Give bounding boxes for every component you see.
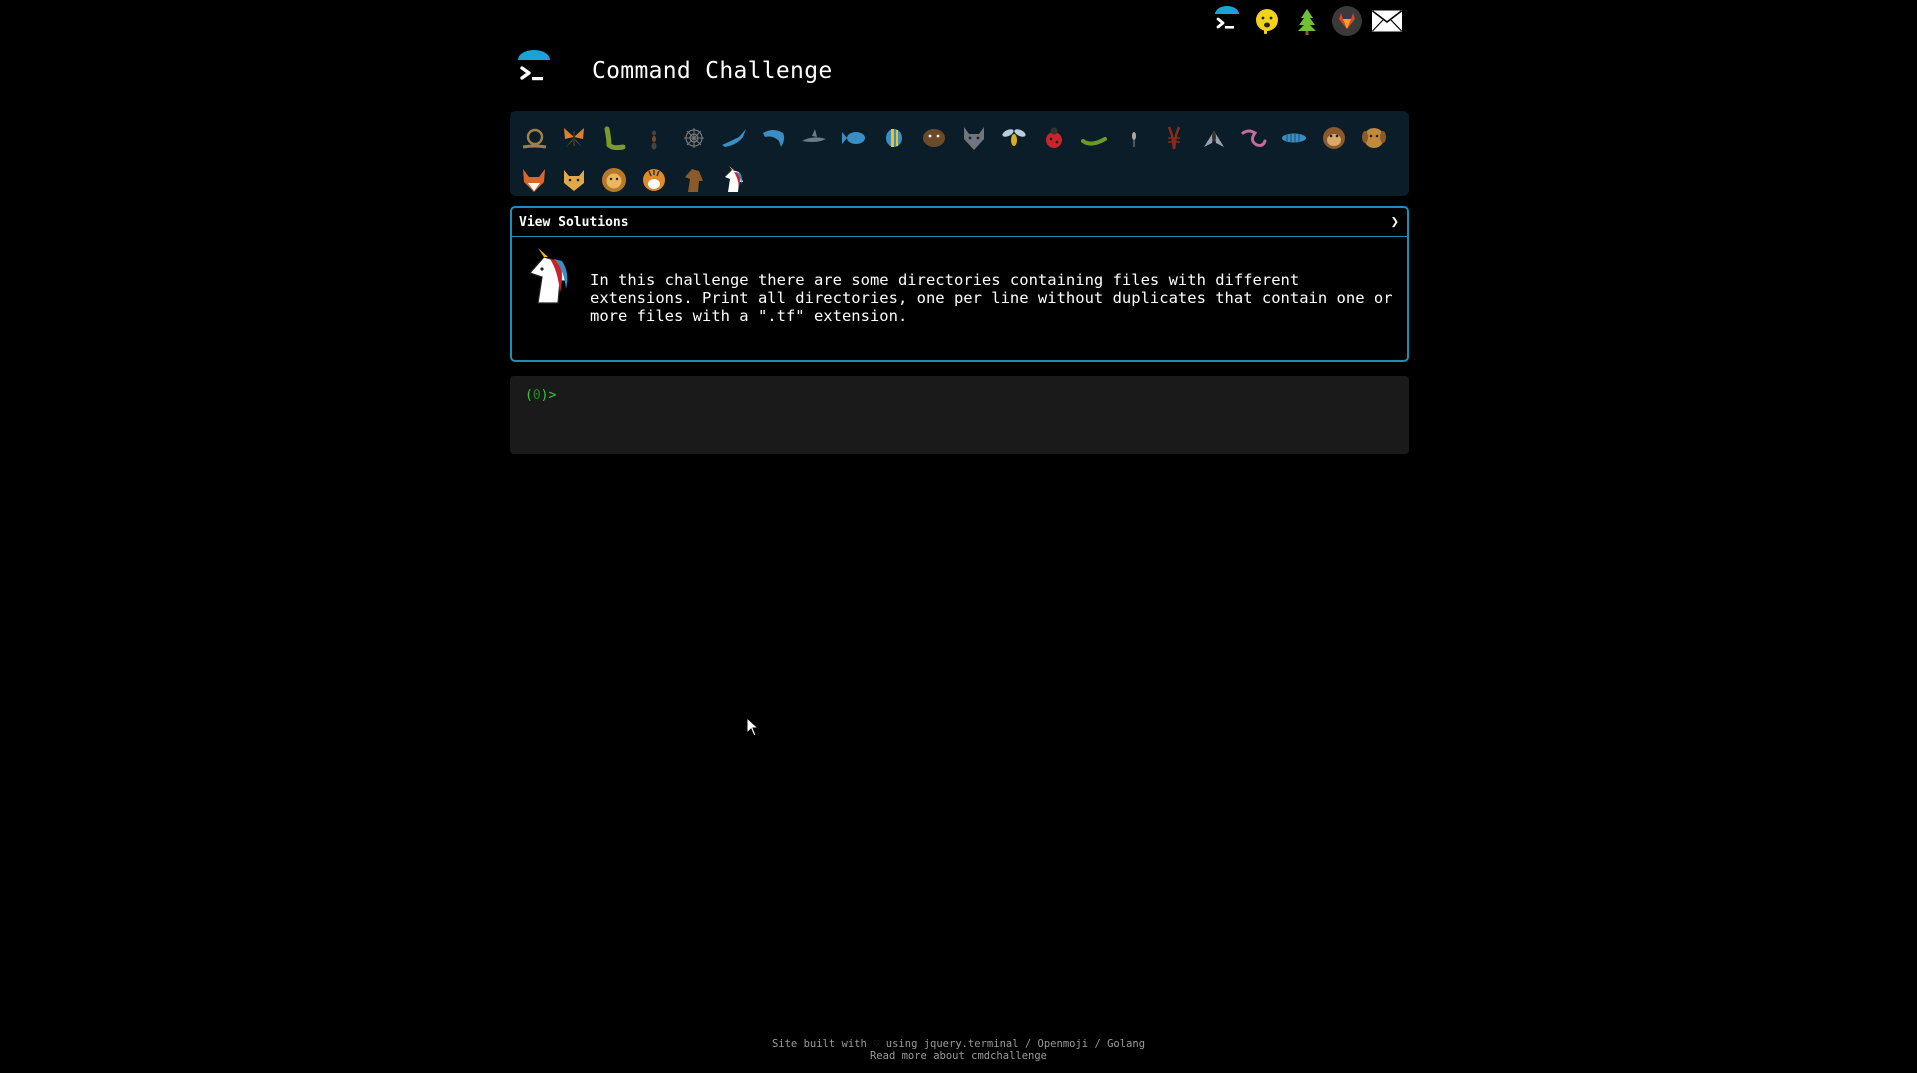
chevron-right-icon: ❯: [1390, 214, 1399, 230]
heart-icon: ♡: [873, 1038, 880, 1050]
mosquito-icon[interactable]: [1114, 118, 1154, 158]
mouse-pointer-icon: [746, 717, 760, 737]
caterpillar-icon[interactable]: [594, 118, 634, 158]
unicorn-icon: [528, 248, 569, 304]
site-header: Command Challenge: [510, 48, 833, 94]
dog-icon[interactable]: [1354, 118, 1394, 158]
jquery-terminal-link[interactable]: jquery.terminal: [924, 1038, 1019, 1050]
scorpion-icon[interactable]: [1154, 118, 1194, 158]
pill-bug-icon[interactable]: [1274, 118, 1314, 158]
mail-icon[interactable]: [1370, 4, 1404, 38]
prompt-count: 0: [532, 388, 541, 403]
horse-icon[interactable]: [674, 160, 714, 200]
bee-icon[interactable]: [994, 118, 1034, 158]
bird-icon[interactable]: [714, 118, 754, 158]
ladybug-icon[interactable]: [1034, 118, 1074, 158]
cmdchallenge-logo-icon[interactable]: [1210, 4, 1244, 38]
cmdchallenge-link[interactable]: cmdchallenge: [971, 1050, 1047, 1062]
lion-icon[interactable]: [594, 160, 634, 200]
site-logo-icon[interactable]: [510, 48, 558, 94]
challenge-panel: View Solutions ❯ In this challenge there…: [510, 206, 1409, 362]
footer-credits: Site built with ♡ using jquery.terminal …: [0, 1038, 1917, 1050]
fly-icon[interactable]: [1194, 118, 1234, 158]
beaver-icon[interactable]: [914, 118, 954, 158]
tropical-fish-icon[interactable]: [874, 118, 914, 158]
footer-sep: /: [1024, 1038, 1032, 1050]
footer-built-with: Site built with: [771, 1038, 867, 1050]
terminal[interactable]: (0)>: [510, 376, 1409, 454]
openmoji-link[interactable]: Openmoji: [1038, 1038, 1089, 1050]
snake-icon[interactable]: [1234, 118, 1274, 158]
wolf-icon[interactable]: [954, 118, 994, 158]
site-footer: Site built with ♡ using jquery.terminal …: [0, 1038, 1917, 1062]
fox-icon[interactable]: [514, 160, 554, 200]
prompt-close: )>: [540, 388, 557, 403]
sponsor-face-icon[interactable]: [1250, 4, 1284, 38]
snail-icon[interactable]: [514, 118, 554, 158]
ant-icon[interactable]: [634, 118, 674, 158]
spider-web-icon[interactable]: [674, 118, 714, 158]
unicorn-icon[interactable]: [714, 160, 754, 200]
golang-link[interactable]: Golang: [1107, 1038, 1145, 1050]
terminal-prompt: (0)>: [525, 388, 1394, 403]
prompt-open: (: [525, 388, 533, 403]
footer-read-more: Read more about: [869, 1050, 965, 1062]
challenge-icon-bar: [510, 111, 1409, 196]
shark-icon[interactable]: [794, 118, 834, 158]
footer-about: Read more about cmdchallenge: [0, 1050, 1917, 1062]
dolphin-icon[interactable]: [754, 118, 794, 158]
butterfly-icon[interactable]: [554, 118, 594, 158]
fish-icon[interactable]: [834, 118, 874, 158]
monkey-icon[interactable]: [1314, 118, 1354, 158]
tree-icon[interactable]: [1290, 4, 1324, 38]
tiger-icon[interactable]: [634, 160, 674, 200]
view-solutions-label: View Solutions: [519, 214, 629, 230]
worm-icon[interactable]: [1074, 118, 1114, 158]
footer-using: using: [885, 1038, 918, 1050]
view-solutions-toggle[interactable]: View Solutions ❯: [512, 208, 1407, 237]
top-nav: [1210, 4, 1404, 38]
challenge-description: In this challenge there are some directo…: [590, 271, 1393, 325]
page-title: Command Challenge: [592, 58, 833, 84]
gitlab-icon[interactable]: [1330, 4, 1364, 38]
cat-icon[interactable]: [554, 160, 594, 200]
footer-sep: /: [1094, 1038, 1101, 1050]
